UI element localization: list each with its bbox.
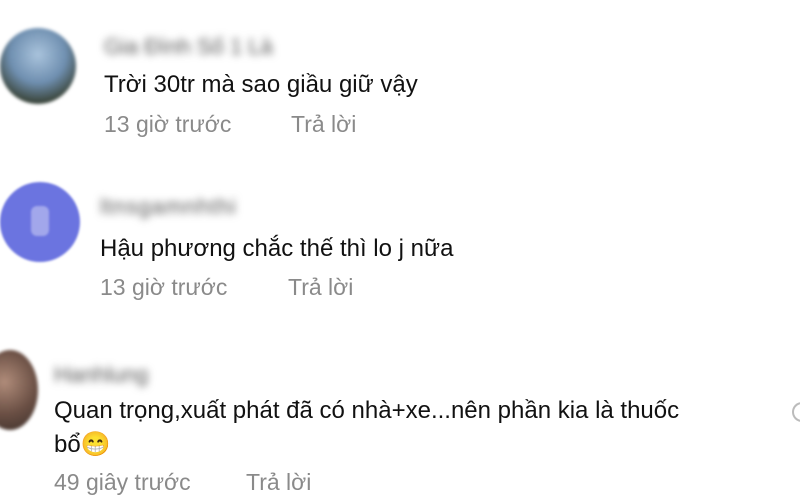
reply-button[interactable]: Trả lời <box>246 469 311 496</box>
comment-timestamp: 13 giờ trước <box>100 274 228 300</box>
partial-icon[interactable] <box>792 402 800 422</box>
blurred-username[interactable]: Hanhlung <box>54 362 148 387</box>
comment-text: Trời 30tr mà sao giầu giữ vậy <box>104 71 418 98</box>
user-icon <box>31 206 49 236</box>
reply-button[interactable]: Trả lời <box>291 111 356 138</box>
avatar[interactable] <box>0 182 80 262</box>
blurred-username[interactable]: ltnsgamnhthi <box>100 194 237 219</box>
avatar[interactable] <box>0 28 76 104</box>
reply-button[interactable]: Trả lời <box>288 274 353 301</box>
blurred-username[interactable]: Gia Đình Số 1 Là <box>104 34 273 59</box>
comment-text: Hậu phương chắc thế thì lo j nữa <box>100 235 454 262</box>
comment-timestamp: 49 giây trước <box>54 469 191 495</box>
comment-item: ltnsgamnhthi Hậu phương chắc thế thì lo … <box>0 160 800 330</box>
comment-text-line2: bổ😁 <box>54 431 111 458</box>
comment-item: Hanhlung Quan trọng,xuất phát đã có nhà+… <box>0 330 800 500</box>
comment-text-line1: Quan trọng,xuất phát đã có nhà+xe...nên … <box>54 397 680 424</box>
comment-item: Gia Đình Số 1 Là Trời 30tr mà sao giầu g… <box>0 0 800 160</box>
avatar[interactable] <box>0 350 38 430</box>
comment-timestamp: 13 giờ trước <box>104 111 232 137</box>
